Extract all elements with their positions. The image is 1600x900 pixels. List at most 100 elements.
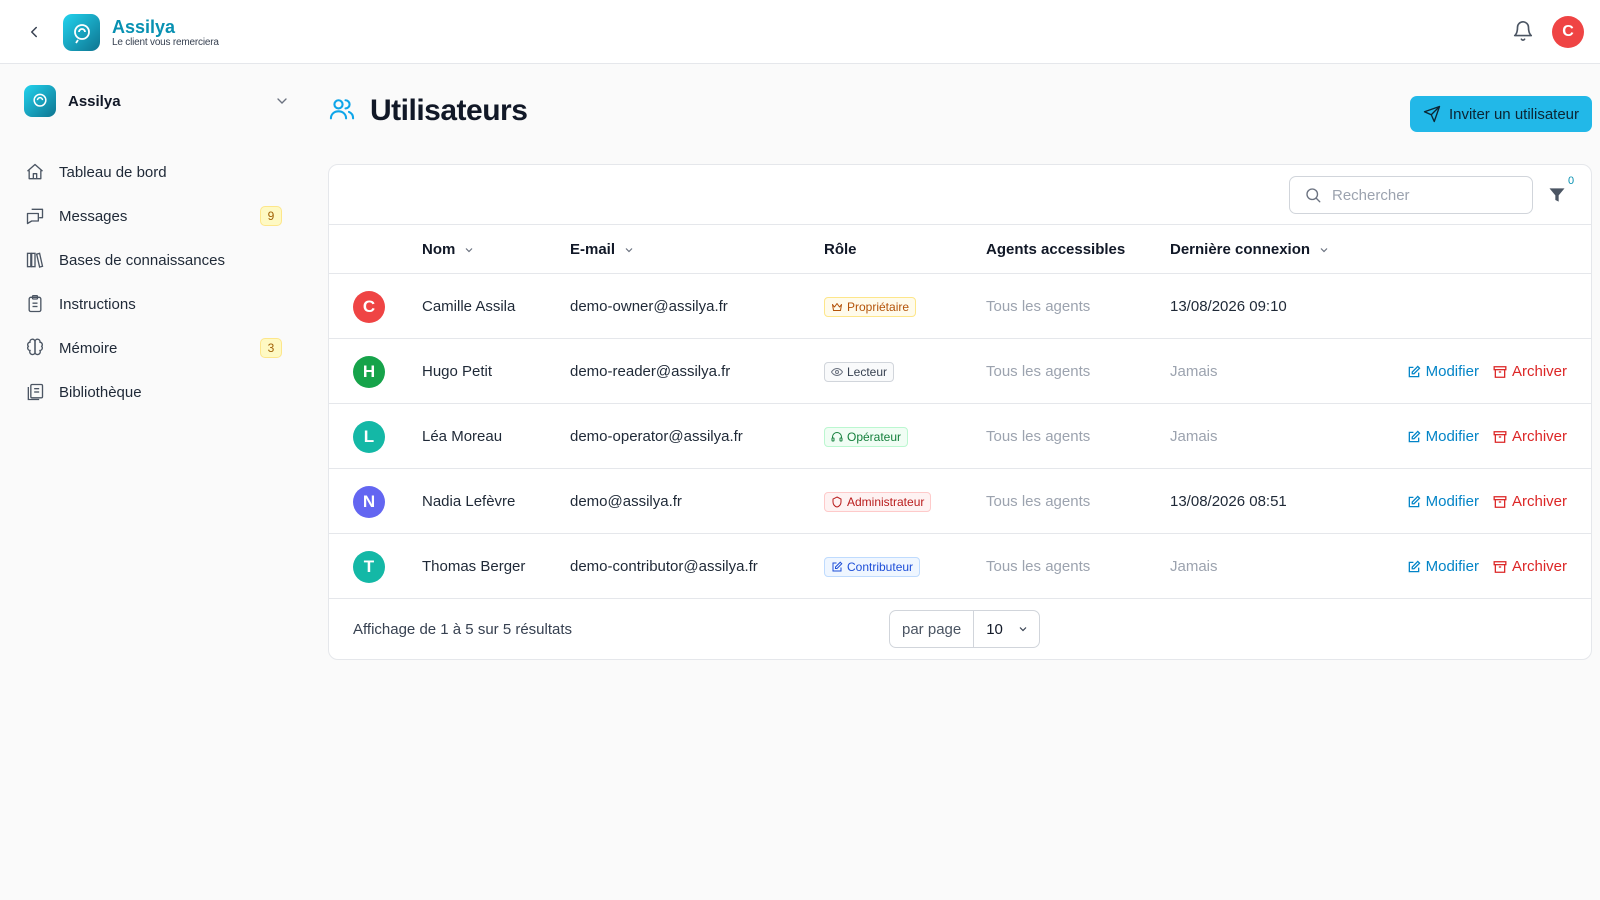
column-header-label: Agents accessibles [986,241,1126,258]
edit-icon [1408,560,1421,572]
user-name: Thomas Berger [422,558,526,575]
role-label: Administrateur [847,494,925,509]
user-name: Hugo Petit [422,363,493,380]
edit-icon [1408,430,1421,442]
edit-button[interactable]: Modifier [1407,428,1479,445]
sidebar-item-label: Instructions [59,295,136,313]
archive-button[interactable]: Archiver [1493,493,1567,510]
sidebar: Assilya Tableau de bord Messages 9 Bases… [0,64,305,900]
edit-label: Modifier [1425,363,1479,380]
per-page-control: par page 10 [889,610,1040,648]
brand-logo-icon [63,14,100,51]
agents-accessible: Tous les agents [986,558,1091,575]
brand-name: Assilya [112,16,176,37]
edit-label: Modifier [1425,493,1479,510]
user-email: demo@assilya.fr [570,493,682,510]
archive-button[interactable]: Archiver [1493,558,1567,575]
archive-button[interactable]: Archiver [1493,428,1567,445]
users-table-card: 0 Nom E-mail Rôle Agents accessibles Der… [328,164,1592,660]
sidebar-item-label: Tableau de bord [59,163,167,181]
bell-icon[interactable] [1512,20,1536,44]
user-email: demo-contributor@assilya.fr [570,558,758,575]
sidebar-item-library[interactable]: Bibliothèque [24,370,282,414]
sidebar-item-dashboard[interactable]: Tableau de bord [24,150,282,194]
messages-icon [24,205,46,227]
headset-icon [831,431,843,441]
send-icon [1423,105,1441,123]
table-header: Nom E-mail Rôle Agents accessibles Derni… [329,225,1591,274]
chevron-down-icon [277,98,287,104]
table-row: T Thomas Berger demo-contributor@assilya… [329,534,1591,599]
archive-label: Archiver [1511,428,1567,445]
agents-accessible: Tous les agents [986,428,1091,445]
per-page-value: 10 [986,620,1003,638]
per-page-select[interactable]: 10 [974,611,1039,647]
filter-count-badge: 0 [1563,173,1579,189]
avatar: C [353,290,385,323]
page-header: Utilisateurs [328,94,528,128]
invite-user-button[interactable]: Inviter un utilisateur [1410,96,1592,132]
archive-label: Archiver [1511,493,1567,510]
sidebar-item-label: Bases de connaissances [59,251,225,269]
column-header-last-login[interactable]: Dernière connexion [1170,225,1330,274]
archive-label: Archiver [1511,558,1567,575]
agents-accessible: Tous les agents [986,493,1091,510]
role-badge: Opérateur [824,426,909,447]
column-header-email[interactable]: E-mail [570,225,635,274]
archive-button[interactable]: Archiver [1493,363,1567,380]
sidebar-item-memory[interactable]: Mémoire 3 [24,326,282,370]
archive-icon [1493,430,1507,443]
column-header-agents: Agents accessibles [986,225,1125,274]
edit-button[interactable]: Modifier [1407,363,1479,380]
last-login: Jamais [1170,428,1218,445]
brand-tagline: Le client vous remerciera [112,36,219,48]
results-summary: Affichage de 1 à 5 sur 5 résultats [353,620,573,638]
archive-icon [1493,365,1507,378]
search-icon [1306,188,1321,203]
brand[interactable]: Assilya Le client vous remerciera [63,14,219,51]
library-icon [24,381,46,403]
role-badge: Administrateur [824,491,932,512]
clipboard-icon [24,293,46,315]
avatar: H [353,355,385,388]
chevron-down-icon [625,247,633,252]
role-label: Lecteur [847,364,888,379]
brain-icon [24,337,46,359]
edit-icon [832,561,843,571]
filter-icon[interactable] [1547,185,1569,207]
table-toolbar: 0 [329,165,1591,225]
edit-label: Modifier [1425,558,1479,575]
edit-button[interactable]: Modifier [1407,558,1479,575]
count-badge: 3 [260,338,282,358]
sidebar-item-knowledge-bases[interactable]: Bases de connaissances [24,238,282,282]
column-header-label: Nom [422,241,456,258]
crown-icon [832,302,842,311]
org-logo-icon [24,85,56,117]
back-icon[interactable] [22,20,46,44]
org-switcher[interactable]: Assilya [24,84,294,118]
role-badge: Lecteur [824,361,895,382]
archive-label: Archiver [1511,363,1567,380]
table-row: C Camille Assila demo-owner@assilya.fr P… [329,274,1591,339]
avatar: T [353,550,385,583]
column-header-name[interactable]: Nom [422,225,475,274]
chevron-down-icon [1320,247,1328,252]
sidebar-nav: Tableau de bord Messages 9 Bases de conn… [24,150,282,414]
user-name: Camille Assila [422,298,516,315]
edit-button[interactable]: Modifier [1407,493,1479,510]
table-row: H Hugo Petit demo-reader@assilya.fr Lect… [329,339,1591,404]
user-name: Léa Moreau [422,428,503,445]
user-avatar[interactable]: C [1552,16,1584,48]
edit-icon [1408,365,1421,377]
home-icon [24,161,46,183]
sidebar-item-messages[interactable]: Messages 9 [24,194,282,238]
column-header-label: Rôle [824,241,857,258]
agents-accessible: Tous les agents [986,363,1091,380]
sidebar-item-instructions[interactable]: Instructions [24,282,282,326]
role-badge: Propriétaire [824,296,917,317]
role-label: Propriétaire [847,299,910,314]
last-login: Jamais [1170,363,1218,380]
sidebar-item-label: Mémoire [59,339,118,357]
search-input[interactable] [1332,186,1522,204]
count-badge: 9 [260,206,282,226]
